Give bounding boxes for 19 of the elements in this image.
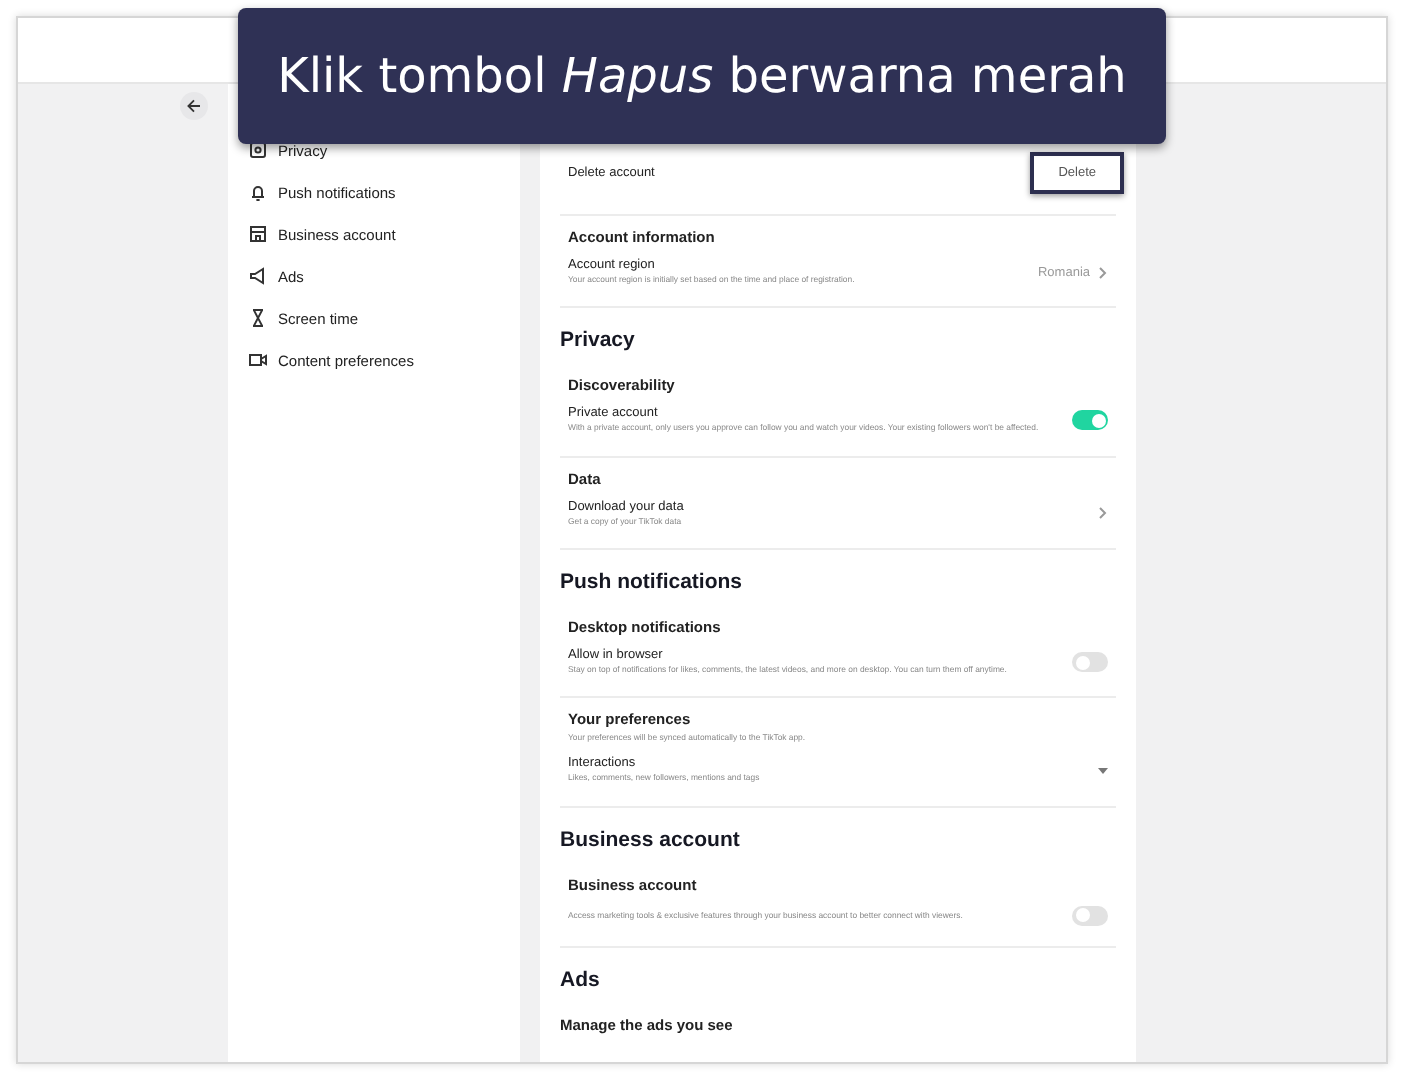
bell-icon bbox=[248, 182, 268, 202]
chevron-right-icon[interactable] bbox=[1098, 265, 1108, 280]
section-title: Ads bbox=[560, 967, 602, 992]
lock-icon bbox=[248, 140, 268, 160]
callout-text: Klik tombol Hapus berwarna merah bbox=[277, 48, 1127, 104]
toggle-switch[interactable] bbox=[1072, 905, 1108, 926]
hourglass-icon bbox=[248, 308, 268, 328]
section-title: Push notifications bbox=[560, 569, 745, 594]
section-title: Privacy bbox=[560, 328, 637, 353]
back-button[interactable] bbox=[180, 92, 208, 120]
store-icon bbox=[248, 224, 268, 244]
video-camera-icon bbox=[248, 350, 268, 370]
chevron-right-icon[interactable] bbox=[1098, 506, 1108, 521]
megaphone-icon bbox=[248, 266, 268, 286]
caret-down-icon[interactable] bbox=[1098, 768, 1108, 775]
toggle-switch[interactable] bbox=[1072, 652, 1108, 673]
section-title: Business account bbox=[560, 827, 742, 852]
toggle-switch[interactable] bbox=[1072, 410, 1108, 431]
back-arrow-icon bbox=[186, 98, 202, 114]
